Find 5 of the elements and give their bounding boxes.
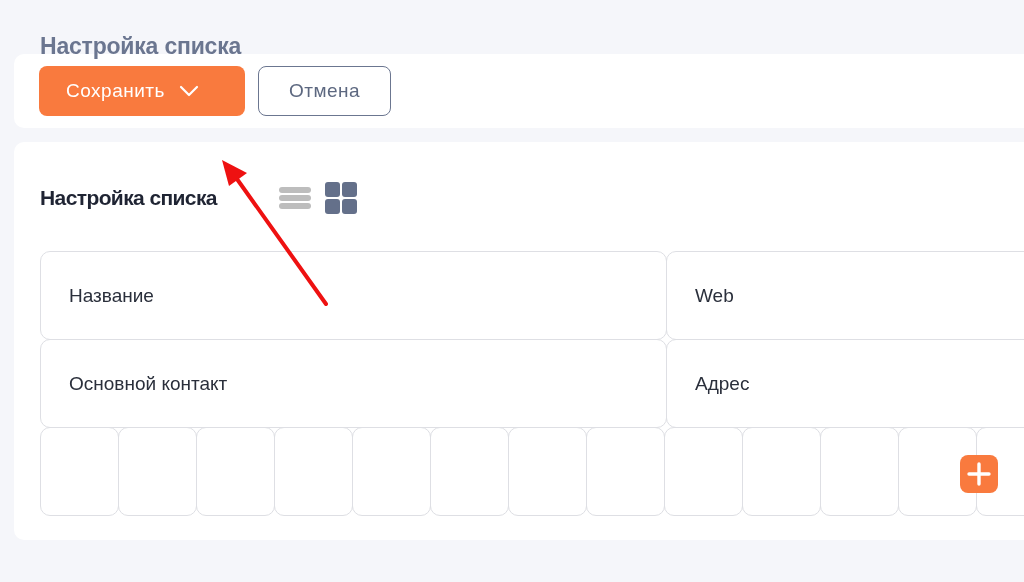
cancel-button[interactable]: Отмена [258,66,391,116]
add-icon[interactable] [960,455,998,493]
page-title: Настройка списка [40,32,243,61]
grid-view-icon[interactable] [325,182,357,214]
section-heading: Настройка списка [40,186,219,210]
